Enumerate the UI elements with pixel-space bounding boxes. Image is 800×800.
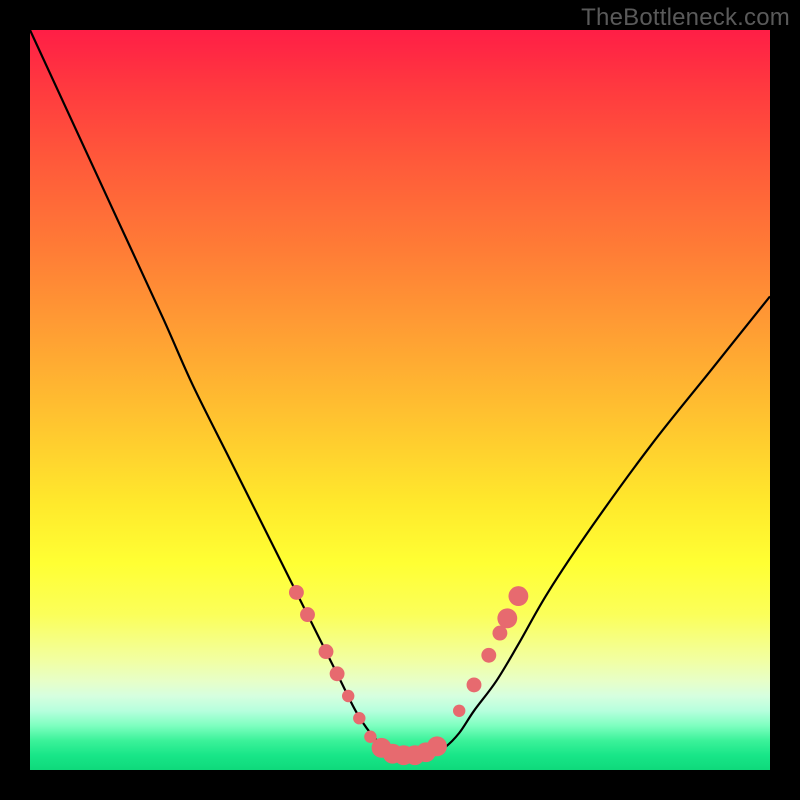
marker-dot — [481, 648, 496, 663]
marker-dot — [300, 607, 315, 622]
marker-dot — [427, 736, 447, 756]
marker-dot — [353, 712, 365, 724]
marker-group — [289, 585, 528, 765]
watermark-text: TheBottleneck.com — [581, 4, 790, 32]
bottleneck-curve — [30, 30, 770, 756]
marker-dot — [330, 666, 345, 681]
chart-svg — [30, 30, 770, 770]
marker-dot — [342, 690, 354, 702]
marker-dot — [467, 677, 482, 692]
chart-frame: TheBottleneck.com — [0, 0, 800, 800]
marker-dot — [319, 644, 334, 659]
marker-dot — [497, 608, 517, 628]
plot-area — [30, 30, 770, 770]
marker-dot — [453, 705, 465, 717]
marker-dot — [289, 585, 304, 600]
marker-dot — [508, 586, 528, 606]
